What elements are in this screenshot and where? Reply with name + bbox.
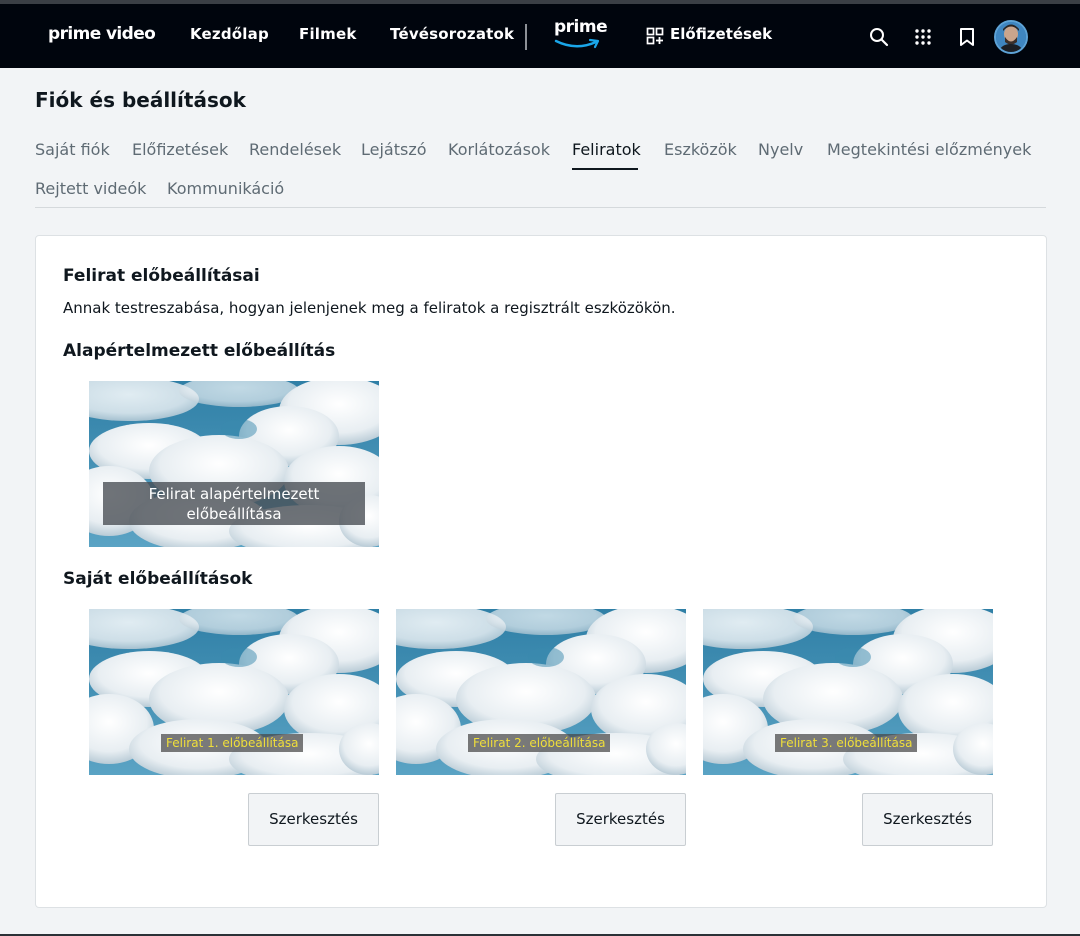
tab-communication[interactable]: Kommunikáció — [167, 179, 284, 198]
tab-restrictions[interactable]: Korlátozások — [448, 140, 550, 159]
preset-1-caption: Felirat 1. előbeállítása — [161, 734, 304, 752]
tab-language[interactable]: Nyelv — [758, 140, 803, 159]
tabs-divider — [35, 207, 1046, 208]
edit-preset-1-button[interactable]: Szerkesztés — [248, 793, 379, 846]
default-preset-preview[interactable]: Felirat alapértelmezett előbeállítása — [89, 381, 379, 547]
page-title: Fiók és beállítások — [35, 88, 246, 112]
tab-own-account[interactable]: Saját fiók — [35, 140, 110, 159]
tab-subtitles[interactable]: Feliratok — [572, 140, 641, 159]
prime-smile-icon — [554, 38, 600, 49]
prime-video-logo[interactable]: prime video — [48, 24, 156, 44]
avatar[interactable] — [994, 20, 1028, 54]
search-icon[interactable] — [868, 26, 890, 48]
nav-link-movies[interactable]: Filmek — [299, 25, 357, 43]
custom-preset-preview-3[interactable]: Felirat 3. előbeállítása — [703, 609, 993, 775]
active-tab-indicator — [572, 168, 638, 170]
default-preset-heading: Alapértelmezett előbeállítás — [63, 341, 336, 361]
prime-logo-text: prime — [554, 17, 608, 37]
bookmark-icon[interactable] — [956, 26, 978, 48]
default-caption-line-2: előbeállítása — [186, 505, 282, 523]
default-caption-line-1: Felirat alapértelmezett — [148, 485, 320, 503]
custom-preset-preview-1[interactable]: Felirat 1. előbeállítása — [89, 609, 379, 775]
subscriptions-grid-icon — [646, 27, 664, 45]
card-description: Annak testreszabása, hogyan jelenjenek m… — [63, 299, 676, 317]
preset-3-caption: Felirat 3. előbeállítása — [775, 734, 918, 752]
top-navigation-bar: prime video Kezdőlap Filmek Tévésorozato… — [0, 0, 1080, 68]
subtitle-presets-card: Felirat előbeállításai Annak testreszabá… — [35, 235, 1047, 908]
custom-presets-heading: Saját előbeállítások — [63, 569, 253, 589]
apps-grid-icon[interactable] — [912, 26, 934, 48]
tab-player[interactable]: Lejátszó — [361, 140, 427, 159]
nav-divider — [525, 24, 527, 50]
subscriptions-label: Előfizetések — [670, 25, 773, 43]
profile-avatar-icon — [996, 22, 1026, 52]
card-heading: Felirat előbeállításai — [63, 266, 260, 286]
tab-watch-history[interactable]: Megtekintési előzmények — [827, 140, 1031, 159]
default-preset-caption: Felirat alapértelmezett előbeállítása — [103, 482, 365, 525]
prime-logo[interactable]: prime — [554, 17, 608, 55]
custom-preset-preview-2[interactable]: Felirat 2. előbeállítása — [396, 609, 686, 775]
preset-2-caption: Felirat 2. előbeállítása — [468, 734, 611, 752]
tab-hidden-videos[interactable]: Rejtett videók — [35, 179, 146, 198]
nav-link-home[interactable]: Kezdőlap — [190, 25, 269, 43]
tab-orders[interactable]: Rendelések — [249, 140, 341, 159]
tab-subscriptions[interactable]: Előfizetések — [132, 140, 228, 159]
nav-link-tv-shows[interactable]: Tévésorozatok — [390, 25, 514, 43]
edit-preset-2-button[interactable]: Szerkesztés — [555, 793, 686, 846]
tab-devices[interactable]: Eszközök — [664, 140, 737, 159]
edit-preset-3-button[interactable]: Szerkesztés — [862, 793, 993, 846]
